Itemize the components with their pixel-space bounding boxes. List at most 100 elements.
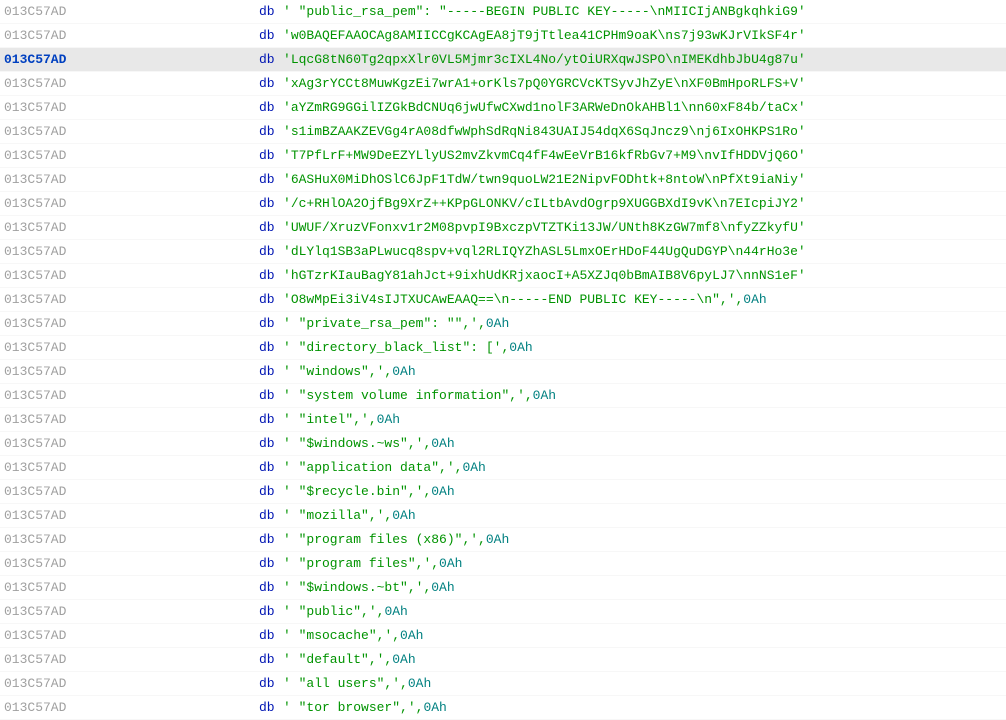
string-suffix: ', <box>377 504 393 528</box>
string-mid: ": [ <box>462 336 493 360</box>
mnemonic-db: db <box>259 480 283 504</box>
address-column: 013C57AD <box>4 600 259 624</box>
mnemonic-db: db <box>259 696 283 720</box>
string-prefix: ' <box>283 144 291 168</box>
disasm-line[interactable]: 013C57ADdb' "system volume information",… <box>0 384 1006 408</box>
address-column: 013C57AD <box>4 96 259 120</box>
disasm-line[interactable]: 013C57ADdb' "$windows.~bt",',0Ah <box>0 576 1006 600</box>
address-column: 013C57AD <box>4 264 259 288</box>
disasm-line[interactable]: 013C57ADdb'LqcG8tN60Tg2qpxXlr0VL5Mjmr3cI… <box>0 48 1006 72</box>
string-value: UWUF/XruzVFonxv1r2M08pvpI9BxczpVTZTKi13J… <box>291 216 798 240</box>
disasm-line[interactable]: 013C57ADdb' "windows",',0Ah <box>0 360 1006 384</box>
string-value: w0BAQEFAAOCAg8AMIICCgKCAgEA8jT9jTtlea41C… <box>291 24 798 48</box>
mnemonic-db: db <box>259 192 283 216</box>
string-mid: ", <box>400 576 416 600</box>
address-column: 013C57AD <box>4 672 259 696</box>
disasm-line[interactable]: 013C57ADdb'O8wMpEi3iV4sIJTXUCAwEAAQ==\n-… <box>0 288 1006 312</box>
string-prefix: ' <box>283 168 291 192</box>
mnemonic-db: db <box>259 384 283 408</box>
mnemonic-db: db <box>259 0 283 24</box>
string-suffix: ', <box>470 312 486 336</box>
disasm-line[interactable]: 013C57ADdb'/c+RHlOA2OjfBg9XrZ++KPpGLONKV… <box>0 192 1006 216</box>
address-column: 013C57AD <box>4 72 259 96</box>
string-suffix: ' <box>798 168 806 192</box>
address-column: 013C57AD <box>4 384 259 408</box>
disasm-line[interactable]: 013C57ADdb' "private_rsa_pem": "",',0Ah <box>0 312 1006 336</box>
string-value: hGTzrKIauBagY81ahJct+9ixhUdKRjxaocI+A5XZ… <box>291 264 798 288</box>
string-key: mozilla <box>306 504 361 528</box>
disasm-line[interactable]: 013C57ADdb' "application data",',0Ah <box>0 456 1006 480</box>
disasm-line[interactable]: 013C57ADdb' "directory_black_list": [',0… <box>0 336 1006 360</box>
string-mid: ", <box>361 360 377 384</box>
address-column: 013C57AD <box>4 528 259 552</box>
trailing-byte: 0Ah <box>384 600 407 624</box>
string-prefix: ' " <box>283 528 306 552</box>
disasm-line[interactable]: 013C57ADdb' "program files",',0Ah <box>0 552 1006 576</box>
string-value: 6ASHuX0MiDhOSlC6JpF1TdW/twn9quoLW21E2Nip… <box>291 168 798 192</box>
string-suffix: ', <box>361 408 377 432</box>
disasm-line[interactable]: 013C57ADdb'T7PfLrF+MW9DeEZYLlyUS2mvZkvmC… <box>0 144 1006 168</box>
disasm-line[interactable]: 013C57ADdb' "msocache",',0Ah <box>0 624 1006 648</box>
string-suffix: ' <box>798 48 806 72</box>
string-mid: ", <box>361 504 377 528</box>
mnemonic-db: db <box>259 336 283 360</box>
address-column: 013C57AD <box>4 432 259 456</box>
string-mid: ": " <box>423 312 454 336</box>
disasm-line[interactable]: 013C57ADdb'xAg3rYCCt8MuwKgzEi7wrA1+orKls… <box>0 72 1006 96</box>
disasm-line[interactable]: 013C57ADdb'UWUF/XruzVFonxv1r2M08pvpI9Bxc… <box>0 216 1006 240</box>
disasm-line[interactable]: 013C57ADdb' "intel",',0Ah <box>0 408 1006 432</box>
mnemonic-db: db <box>259 240 283 264</box>
string-key: system volume information <box>306 384 501 408</box>
disasm-line[interactable]: 013C57ADdb's1imBZAAKZEVGg4rA08dfwWphSdRq… <box>0 120 1006 144</box>
string-prefix: ' " <box>283 336 306 360</box>
string-suffix: ' <box>798 0 806 24</box>
disasm-line[interactable]: 013C57ADdb' "$windows.~ws",',0Ah <box>0 432 1006 456</box>
disasm-line[interactable]: 013C57ADdb'dLYlq1SB3aPLwucq8spv+vql2RLIQ… <box>0 240 1006 264</box>
disasm-line[interactable]: 013C57ADdb' "program files (x86)",',0Ah <box>0 528 1006 552</box>
string-suffix: ', <box>384 624 400 648</box>
mnemonic-db: db <box>259 648 283 672</box>
string-prefix: ' " <box>283 648 306 672</box>
string-prefix: ' " <box>283 480 306 504</box>
trailing-byte: 0Ah <box>533 384 556 408</box>
disasm-line[interactable]: 013C57ADdb' "public",',0Ah <box>0 600 1006 624</box>
mnemonic-db: db <box>259 432 283 456</box>
string-value: s1imBZAAKZEVGg4rA08dfwWphSdRqNi843UAIJ54… <box>291 120 798 144</box>
string-suffix: ', <box>728 288 744 312</box>
address-column: 013C57AD <box>4 360 259 384</box>
string-mid: ", <box>361 648 377 672</box>
disasm-line[interactable]: 013C57ADdb'hGTzrKIauBagY81ahJct+9ixhUdKR… <box>0 264 1006 288</box>
disasm-line[interactable]: 013C57ADdb' "all users",',0Ah <box>0 672 1006 696</box>
trailing-byte: 0Ah <box>486 312 509 336</box>
string-suffix: ', <box>470 528 486 552</box>
string-key: windows <box>306 360 361 384</box>
trailing-byte: 0Ah <box>423 696 446 720</box>
string-prefix: ' " <box>283 504 306 528</box>
address-column: 013C57AD <box>4 192 259 216</box>
address-column: 013C57AD <box>4 456 259 480</box>
trailing-byte: 0Ah <box>431 432 454 456</box>
string-prefix: ' <box>283 216 291 240</box>
disasm-line[interactable]: 013C57ADdb'6ASHuX0MiDhOSlC6JpF1TdW/twn9q… <box>0 168 1006 192</box>
mnemonic-db: db <box>259 216 283 240</box>
trailing-byte: 0Ah <box>392 360 415 384</box>
mnemonic-db: db <box>259 312 283 336</box>
disasm-line[interactable]: 013C57ADdb'aYZmRG9GGilIZGkBdCNUq6jwUfwCX… <box>0 96 1006 120</box>
string-suffix: ' <box>798 120 806 144</box>
string-mid: ", <box>431 456 447 480</box>
disasm-line[interactable]: 013C57ADdb' "mozilla",',0Ah <box>0 504 1006 528</box>
disasm-line[interactable]: 013C57ADdb' "public_rsa_pem": "-----BEGI… <box>0 0 1006 24</box>
string-mid: ", <box>369 624 385 648</box>
address-column: 013C57AD <box>4 120 259 144</box>
string-suffix: ', <box>377 360 393 384</box>
string-key: intel <box>306 408 345 432</box>
string-suffix: ' <box>798 264 806 288</box>
disasm-line[interactable]: 013C57ADdb'w0BAQEFAAOCAg8AMIICCgKCAgEA8j… <box>0 24 1006 48</box>
address-column: 013C57AD <box>4 288 259 312</box>
string-value: LqcG8tN60Tg2qpxXlr0VL5Mjmr3cIXL4No/ytOiU… <box>291 48 798 72</box>
disasm-line[interactable]: 013C57ADdb' "default",',0Ah <box>0 648 1006 672</box>
string-key: all users <box>306 672 376 696</box>
string-prefix: ' <box>283 72 291 96</box>
disasm-line[interactable]: 013C57ADdb' "$recycle.bin",',0Ah <box>0 480 1006 504</box>
disasm-line[interactable]: 013C57ADdb' "tor browser",',0Ah <box>0 696 1006 720</box>
